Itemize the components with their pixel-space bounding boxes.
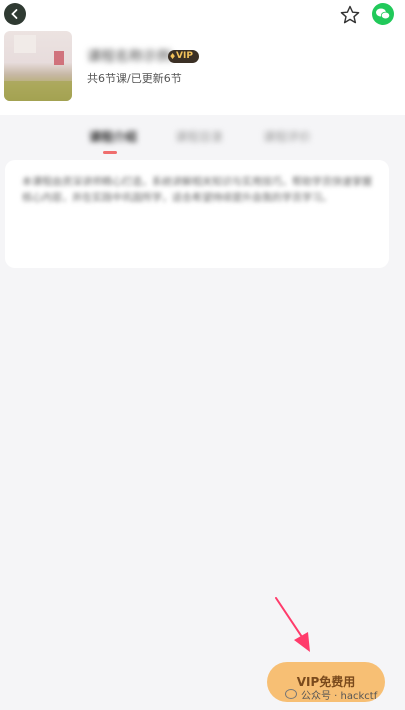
wechat-share-button[interactable]	[372, 3, 394, 25]
watermark-text: 公众号 · hackctf	[301, 690, 378, 702]
vip-badge: VIP	[168, 50, 199, 63]
course-cover-image[interactable]	[4, 31, 72, 101]
back-arrow-icon	[11, 9, 18, 19]
wechat-official-account-icon	[285, 689, 297, 699]
favorite-button[interactable]	[339, 4, 361, 26]
active-tab-indicator	[103, 151, 117, 154]
wechat-icon	[376, 8, 391, 20]
tab-reviews[interactable]: 课程评价	[263, 128, 311, 144]
annotation-arrow-icon	[275, 597, 310, 652]
lesson-count: 共6节课/已更新6节	[87, 72, 182, 85]
watermark: 公众号 · hackctf	[285, 686, 403, 702]
course-header: 课程名称示例 VIP 共6节课/已更新6节	[0, 0, 405, 115]
course-tabs: 课程介绍 课程目录 课程评价	[0, 128, 405, 158]
tab-catalog[interactable]: 课程目录	[175, 128, 223, 144]
course-intro-card: 本课程由资深讲师精心打造，系统讲解相关知识与实用技巧，帮助学员快速掌握核心内容，…	[5, 160, 389, 268]
tab-introduction[interactable]: 课程介绍	[89, 128, 137, 144]
star-icon	[340, 5, 360, 24]
back-button[interactable]	[4, 3, 26, 25]
course-intro-text: 本课程由资深讲师精心打造，系统讲解相关知识与实用技巧，帮助学员快速掌握核心内容，…	[22, 177, 372, 204]
course-title: 课程名称示例	[87, 49, 171, 65]
